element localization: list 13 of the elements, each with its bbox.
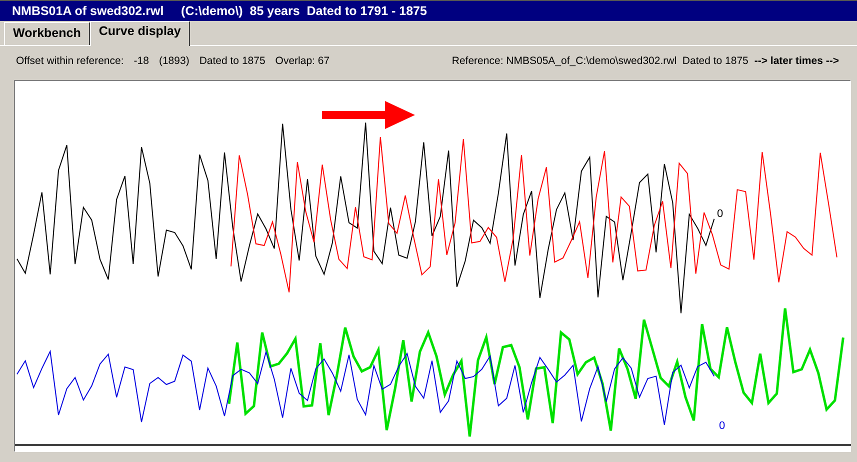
offset-label: Offset within reference: [16, 55, 124, 67]
tab[interactable]: Workbench [4, 22, 90, 45]
direction-text: --> later times --> [754, 55, 839, 67]
curve-end-label: 0 [719, 420, 726, 432]
reference-text: Reference: NMBS05A_of_C:\demo\swed302.rwl Dated to 1875 [452, 55, 748, 67]
arrow-icon [322, 101, 415, 129]
tab[interactable]: Curve display [90, 21, 190, 46]
offset-year: (1893) [158, 55, 190, 67]
curve-end-label: 0 [717, 208, 724, 220]
window-title: NMBS01A of swed302.rwl (C:\demo\) 85 years Dated to 1791 - 1875 [0, 0, 857, 21]
overlap-text: Overlap: 67 [275, 55, 330, 67]
offset-value: -18 [134, 55, 149, 67]
dated-text: Dated to 1875 [199, 55, 266, 67]
